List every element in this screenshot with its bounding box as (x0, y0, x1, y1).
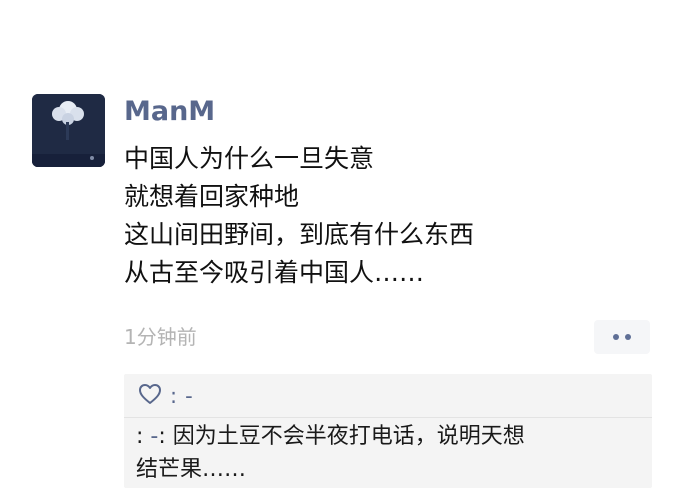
likes-separator: : (170, 384, 178, 408)
more-options-button[interactable] (594, 320, 650, 354)
avatar[interactable] (32, 94, 105, 167)
post-content: 中国人为什么一旦失意 就想着回家种地 这山间田野间，到底有什么东西 从古至今吸引… (124, 140, 664, 292)
heart-icon (138, 383, 162, 410)
comment-item[interactable]: : -: 因为土豆不会半夜打电话，说明天想 结芒果…… (136, 420, 646, 486)
comment-line: : -: 因为土豆不会半夜打电话，说明天想 (136, 420, 646, 453)
post-line: 从古至今吸引着中国人…… (124, 258, 425, 287)
comment-divider (124, 417, 652, 418)
post-line: 这山间田野间，到底有什么东西 (124, 220, 475, 249)
comment-separator: : (158, 424, 166, 449)
post-line: 中国人为什么一旦失意 (124, 144, 375, 173)
more-dot-icon (625, 334, 631, 340)
avatar-image (32, 94, 105, 167)
like-user[interactable]: - (185, 384, 193, 408)
likes-row: : - (138, 381, 193, 411)
post-timestamp: 1分钟前 (124, 325, 197, 349)
comment-text: 因为土豆不会半夜打电话，说明天想 (172, 424, 525, 449)
more-dot-icon (613, 334, 619, 340)
comment-prefix: : (136, 424, 144, 449)
comment-line: 结芒果…… (136, 457, 247, 482)
username[interactable]: ManM (124, 94, 215, 130)
post-line: 就想着回家种地 (124, 182, 300, 211)
